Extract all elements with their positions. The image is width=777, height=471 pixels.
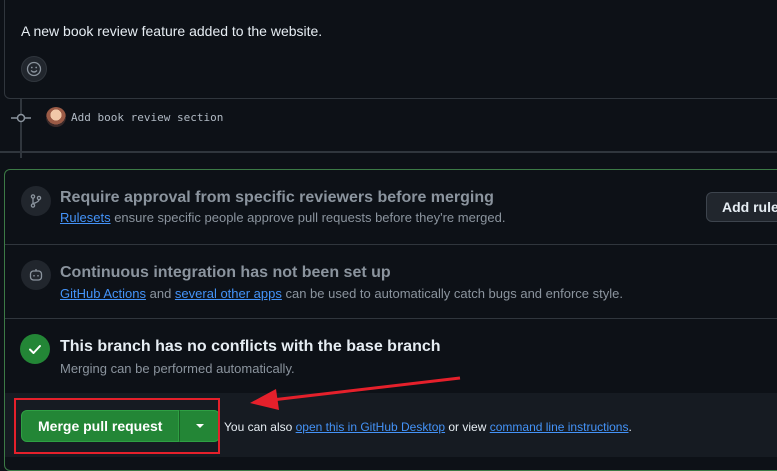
- rulesets-link[interactable]: Rulesets: [60, 210, 111, 225]
- pr-description-box: A new book review feature added to the w…: [4, 0, 777, 99]
- conflict-section: This branch has no conflicts with the ba…: [5, 319, 777, 393]
- ruleset-desc-text: ensure specific people approve pull requ…: [110, 210, 506, 225]
- pr-description-text: A new book review feature added to the w…: [21, 23, 323, 39]
- ci-icon-circle: [21, 260, 51, 290]
- ruleset-section: Require approval from specific reviewers…: [5, 170, 777, 245]
- add-rule-button[interactable]: Add rule: [706, 192, 777, 222]
- conflict-description: Merging can be performed automatically.: [60, 361, 295, 376]
- ci-title: Continuous integration has not been set …: [60, 264, 391, 281]
- footer-alternatives-text: You can also open this in GitHub Desktop…: [224, 420, 632, 434]
- github-desktop-link[interactable]: open this in GitHub Desktop: [296, 420, 445, 434]
- conflict-title: This branch has no conflicts with the ba…: [60, 338, 441, 355]
- git-branch-icon: [30, 194, 42, 208]
- ci-description: GitHub Actions and several other apps ca…: [60, 286, 623, 301]
- footer-prefix: You can also: [224, 420, 296, 434]
- footer-mid: or view: [445, 420, 490, 434]
- github-actions-link[interactable]: GitHub Actions: [60, 286, 146, 301]
- command-line-link[interactable]: command line instructions: [490, 420, 629, 434]
- timeline-divider: [0, 151, 777, 153]
- avatar[interactable]: [46, 107, 66, 127]
- footer-suffix: .: [628, 420, 632, 434]
- add-reaction-button[interactable]: [21, 56, 47, 82]
- ci-desc-text: can be used to automatically catch bugs …: [281, 286, 623, 301]
- ci-and-text: and: [146, 286, 175, 301]
- branch-icon-circle: [21, 186, 51, 216]
- ci-section: Continuous integration has not been set …: [5, 245, 777, 319]
- commit-message-link[interactable]: Add book review section: [71, 111, 223, 124]
- ruleset-description: Rulesets ensure specific people approve …: [60, 210, 505, 225]
- check-icon: [29, 345, 41, 354]
- timeline-commit-item: Add book review section: [0, 106, 400, 130]
- annotation-highlight-box: [14, 398, 220, 454]
- robot-icon: [29, 269, 43, 281]
- smiley-icon: [26, 61, 42, 77]
- check-icon-circle: [20, 334, 50, 364]
- git-commit-icon: [11, 113, 31, 123]
- ruleset-title: Require approval from specific reviewers…: [60, 189, 494, 206]
- other-apps-link[interactable]: several other apps: [175, 286, 282, 301]
